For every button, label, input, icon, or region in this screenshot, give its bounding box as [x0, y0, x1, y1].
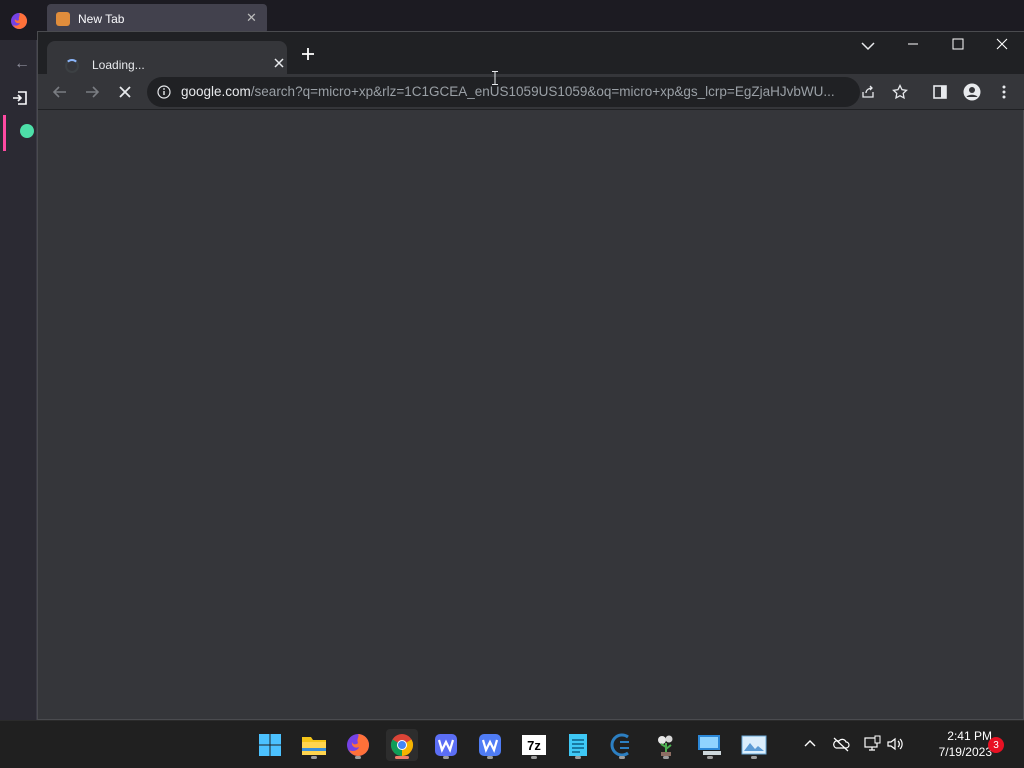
onedrive-icon[interactable] — [832, 735, 850, 753]
running-indicator — [355, 756, 361, 759]
minimize-icon[interactable] — [906, 37, 920, 51]
chevron-up-icon[interactable] — [801, 735, 819, 753]
info-icon[interactable] — [157, 85, 171, 99]
stop-loading-button[interactable] — [117, 84, 133, 100]
maximize-icon[interactable] — [952, 38, 964, 50]
remote-desktop-icon[interactable] — [694, 729, 726, 761]
running-indicator — [663, 756, 669, 759]
eclipse-icon[interactable] — [606, 729, 638, 761]
firefox-icon — [11, 13, 27, 29]
url-host: google.com — [181, 84, 251, 99]
chrome-toolbar: google.com/search?q=micro+xp&rlz=1C1GCEA… — [38, 74, 1024, 110]
arrow-left-icon[interactable] — [52, 84, 68, 100]
login-icon[interactable] — [11, 89, 29, 107]
windows-start-icon[interactable] — [254, 729, 286, 761]
share-icon[interactable] — [860, 84, 876, 100]
close-icon[interactable]: ✕ — [246, 10, 257, 26]
w-app-icon[interactable] — [430, 729, 462, 761]
side-panel-icon[interactable] — [932, 84, 948, 100]
running-indicator — [619, 756, 625, 759]
volume-icon[interactable] — [886, 735, 904, 753]
url-text[interactable]: google.com/search?q=micro+xp&rlz=1C1GCEA… — [181, 84, 851, 99]
arrow-right-icon[interactable] — [84, 84, 100, 100]
sidebar-app-icon[interactable] — [20, 124, 34, 138]
chrome-window: Loading... google.com/search?q=micro+xp&… — [37, 31, 1024, 720]
notepad-icon[interactable] — [562, 729, 594, 761]
notification-badge[interactable]: 3 — [988, 737, 1004, 753]
firefox-icon[interactable] — [342, 729, 374, 761]
address-bar[interactable]: google.com/search?q=micro+xp&rlz=1C1GCEA… — [147, 77, 860, 107]
url-path: /search?q=micro+xp&rlz=1C1GCEA_enUS1059U… — [250, 84, 835, 99]
newtab-favicon-icon — [56, 12, 70, 26]
clock-time[interactable]: 2:41 PM — [916, 729, 992, 743]
chrome-titlebar: Loading... — [38, 32, 1024, 75]
running-indicator — [395, 756, 409, 759]
more-vert-icon[interactable] — [1000, 84, 1008, 100]
chevron-down-icon[interactable] — [859, 40, 877, 52]
tab-loading[interactable]: Loading... — [47, 41, 287, 75]
sevenzip-icon[interactable]: 7z — [518, 729, 550, 761]
background-tab-title: New Tab — [78, 12, 125, 26]
photos-icon[interactable] — [738, 729, 770, 761]
running-indicator — [531, 756, 537, 759]
folder-icon[interactable] — [298, 729, 330, 761]
clock-date[interactable]: 7/19/2023 — [916, 745, 992, 759]
network-icon[interactable] — [863, 735, 881, 753]
sidebar-active-indicator — [3, 115, 6, 151]
running-indicator — [575, 756, 581, 759]
loading-spinner-icon — [65, 59, 79, 73]
page-content-blank — [38, 111, 1023, 719]
plus-icon[interactable] — [300, 46, 316, 62]
running-indicator — [707, 756, 713, 759]
arrow-left-icon[interactable]: ← — [14, 55, 30, 73]
running-indicator — [311, 756, 317, 759]
text-cursor-icon — [492, 71, 498, 85]
profile-icon[interactable] — [963, 83, 981, 101]
tab-title: Loading... — [92, 58, 145, 72]
w-app-icon[interactable] — [474, 729, 506, 761]
running-indicator — [751, 756, 757, 759]
chrome-icon[interactable] — [386, 729, 418, 761]
running-indicator — [443, 756, 449, 759]
close-icon[interactable] — [271, 55, 287, 71]
star-icon[interactable] — [892, 84, 908, 100]
close-icon[interactable] — [996, 38, 1008, 50]
plant-icon[interactable] — [650, 729, 682, 761]
running-indicator — [487, 756, 493, 759]
sevenzip-label: 7z — [522, 735, 546, 755]
